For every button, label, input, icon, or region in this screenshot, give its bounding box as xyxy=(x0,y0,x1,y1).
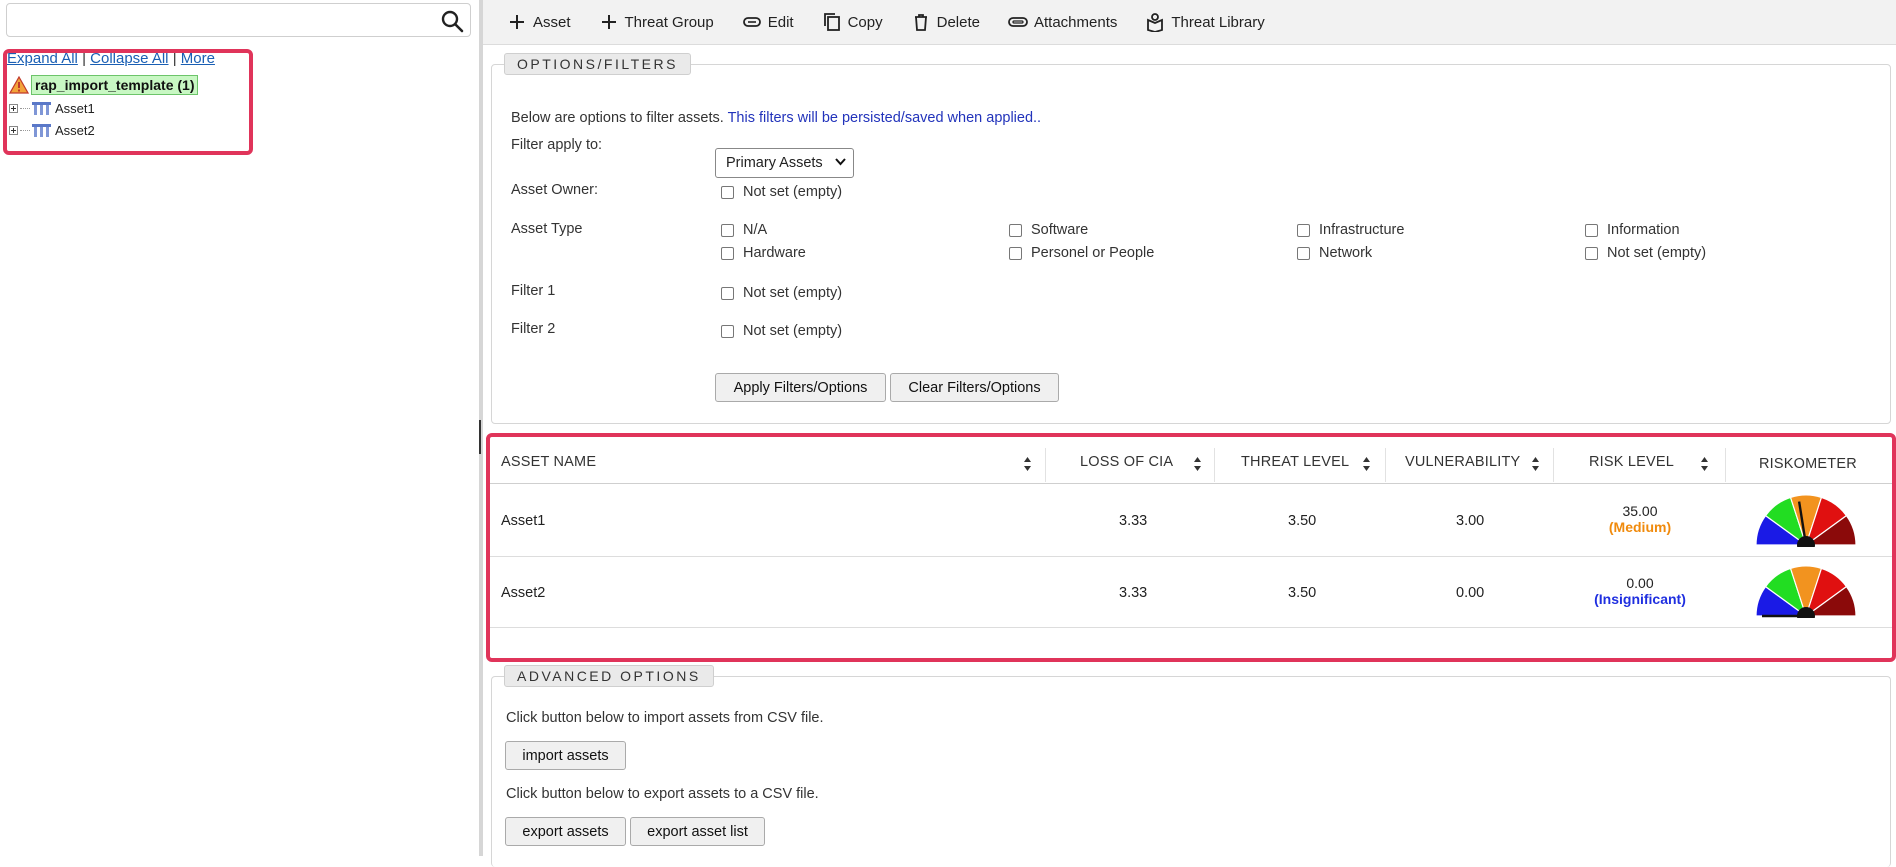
import-description: Click button below to import assets from… xyxy=(506,710,824,726)
filters-note: This filters will be persisted/saved whe… xyxy=(727,110,1042,126)
type-infrastructure-checkbox[interactable]: Infrastructure xyxy=(1297,222,1404,238)
export-description: Click button below to export assets to a… xyxy=(506,786,819,802)
filter2-not-set-checkbox[interactable]: Not set (empty) xyxy=(721,323,842,339)
advanced-options-legend: ADVANCED OPTIONS xyxy=(504,665,714,687)
export-asset-list-button[interactable]: export asset list xyxy=(630,817,765,846)
filter1-label: Filter 1 xyxy=(511,283,556,299)
filter-apply-label: Filter apply to: xyxy=(511,137,603,153)
threat-library-button[interactable]: Threat Library xyxy=(1145,12,1265,32)
tree-search-input[interactable] xyxy=(13,4,427,36)
copy-icon xyxy=(823,13,840,31)
library-icon xyxy=(1147,13,1164,32)
export-assets-button[interactable]: export assets xyxy=(505,817,626,846)
attachments-button[interactable]: Attachments xyxy=(1008,12,1117,32)
plus-icon xyxy=(510,15,524,29)
panel-splitter[interactable] xyxy=(479,0,483,856)
advanced-options-panel: ADVANCED OPTIONS Click button below to i… xyxy=(491,665,1891,867)
add-asset-button[interactable]: Asset xyxy=(507,12,571,32)
type-information-checkbox[interactable]: Information xyxy=(1585,222,1680,238)
edit-button[interactable]: Edit xyxy=(742,12,794,32)
tree-search-box xyxy=(6,3,471,37)
search-icon[interactable] xyxy=(440,9,464,33)
copy-button[interactable]: Copy xyxy=(822,12,883,32)
type-hardware-checkbox[interactable]: Hardware xyxy=(721,245,806,261)
asset-type-label: Asset Type xyxy=(511,221,583,237)
asset-owner-label: Asset Owner: xyxy=(511,182,599,198)
import-assets-button[interactable]: import assets xyxy=(505,741,626,770)
asset-tree-panel: Expand All | Collapse All | More rap_imp… xyxy=(0,0,480,856)
tree-highlight-annotation xyxy=(3,49,253,155)
options-filters-panel: OPTIONS/FILTERS Below are options to fil… xyxy=(491,53,1891,424)
filter-apply-select[interactable]: Primary Assets xyxy=(715,148,854,178)
paperclip-icon xyxy=(1008,17,1028,27)
add-threat-group-button[interactable]: Threat Group xyxy=(599,12,714,32)
chevron-down-icon xyxy=(835,158,846,166)
options-filters-legend: OPTIONS/FILTERS xyxy=(504,53,691,75)
toolbar: Asset Threat Group Edit Copy Delete Atta… xyxy=(483,0,1896,45)
type-na-checkbox[interactable]: N/A xyxy=(721,222,767,238)
type-network-checkbox[interactable]: Network xyxy=(1297,245,1372,261)
delete-button[interactable]: Delete xyxy=(911,12,980,32)
filter2-label: Filter 2 xyxy=(511,321,556,337)
filters-description: Below are options to filter assets. This… xyxy=(511,110,1042,126)
filter1-not-set-checkbox[interactable]: Not set (empty) xyxy=(721,285,842,301)
clear-filters-button[interactable]: Clear Filters/Options xyxy=(890,373,1059,402)
plus-icon xyxy=(601,15,616,29)
trash-icon xyxy=(914,14,927,31)
type-people-checkbox[interactable]: Personel or People xyxy=(1009,245,1154,261)
edit-icon xyxy=(742,17,761,27)
table-highlight-annotation xyxy=(486,433,1896,662)
type-not-set-checkbox[interactable]: Not set (empty) xyxy=(1585,245,1706,261)
apply-filters-button[interactable]: Apply Filters/Options xyxy=(715,373,886,402)
owner-not-set-checkbox[interactable]: Not set (empty) xyxy=(721,184,842,200)
type-software-checkbox[interactable]: Software xyxy=(1009,222,1088,238)
